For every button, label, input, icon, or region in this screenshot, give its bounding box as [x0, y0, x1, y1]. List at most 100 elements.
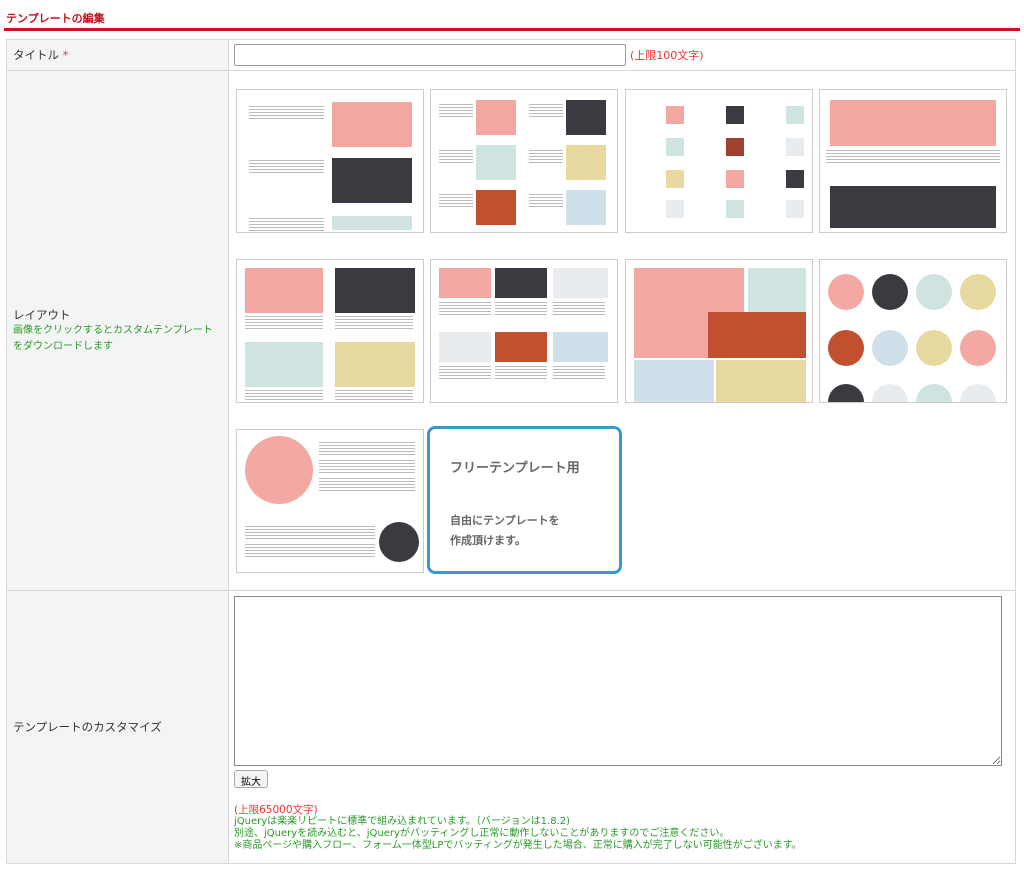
photo-block — [476, 145, 516, 180]
photo-block — [786, 170, 804, 188]
text-lines — [335, 316, 413, 330]
template-grid: フリーテンプレート用 自由にテンプレートを 作成頂けます。 — [229, 71, 1015, 589]
text-lines — [439, 104, 473, 118]
text-lines — [439, 366, 491, 380]
customize-label: テンプレートのカスタマイズ — [6, 590, 229, 864]
photo-block — [828, 274, 864, 310]
text-lines — [245, 316, 323, 330]
photo-block — [666, 106, 684, 124]
photo-block — [379, 522, 419, 562]
photo-block — [828, 384, 864, 402]
title-limit: (上限100文字) — [630, 49, 704, 62]
photo-block — [666, 170, 684, 188]
photo-block — [439, 332, 491, 362]
text-lines — [495, 302, 547, 316]
text-lines — [439, 302, 491, 316]
text-lines — [439, 194, 473, 208]
text-lines — [529, 194, 563, 208]
template-form: タイトル * (上限100文字) レイアウト画像をクリックするとカスタムテンプレ… — [6, 39, 1016, 864]
photo-block — [716, 360, 806, 402]
title-label-cell: タイトル * — [6, 39, 229, 71]
photo-block — [960, 330, 996, 366]
photo-block — [666, 138, 684, 156]
photo-block — [726, 170, 744, 188]
layout-row: レイアウト画像をクリックするとカスタムテンプレートをダウンロードします フリーテ… — [6, 70, 1016, 591]
template-3-thumbnail[interactable] — [625, 89, 813, 233]
customize-textarea[interactable] — [234, 596, 1002, 766]
template-2-thumbnail[interactable] — [430, 89, 618, 233]
customize-note-2: 別途、jQueryを読み込むと、jQueryがバッティングし正常に動作しないこと… — [234, 828, 730, 839]
photo-block — [332, 216, 412, 230]
photo-block — [726, 138, 744, 156]
customize-row: テンプレートのカスタマイズ 拡大 (上限65000文字) jQueryは楽楽リピ… — [6, 590, 1016, 864]
template-4-thumbnail[interactable] — [819, 89, 1007, 233]
text-lines — [335, 390, 413, 402]
photo-block — [553, 268, 608, 298]
photo-block — [332, 102, 412, 147]
photo-block — [335, 268, 415, 313]
text-lines — [529, 150, 563, 164]
layout-label: レイアウト — [13, 307, 71, 322]
photo-block — [786, 138, 804, 156]
photo-block — [566, 100, 606, 135]
template-8-thumbnail[interactable] — [819, 259, 1007, 403]
photo-block — [566, 145, 606, 180]
photo-block — [872, 384, 908, 402]
photo-block — [916, 330, 952, 366]
photo-block — [872, 274, 908, 310]
text-lines — [249, 106, 324, 120]
page-title: テンプレートの編集 — [6, 12, 105, 25]
photo-block — [830, 186, 996, 228]
photo-block — [245, 268, 323, 313]
photo-block — [332, 158, 412, 203]
photo-block — [666, 200, 684, 218]
photo-block — [553, 332, 608, 362]
expand-button[interactable]: 拡大 — [234, 770, 268, 788]
photo-block — [960, 384, 996, 402]
free-template-title: フリーテンプレート用 — [450, 461, 580, 476]
free-template-card[interactable]: フリーテンプレート用 自由にテンプレートを 作成頂けます。 — [427, 426, 622, 574]
photo-block — [916, 274, 952, 310]
customize-note-3: ※商品ページや購入フロー、フォーム一体型LPでバッティングが発生した場合、正常に… — [234, 840, 802, 851]
text-lines — [553, 366, 605, 380]
text-lines — [529, 104, 563, 118]
photo-block — [872, 330, 908, 366]
photo-block — [960, 274, 996, 310]
photo-block — [245, 342, 323, 387]
photo-block — [726, 106, 744, 124]
text-lines — [245, 390, 323, 402]
text-lines — [826, 150, 1000, 164]
text-lines — [249, 160, 324, 174]
photo-block — [495, 332, 547, 362]
title-label: タイトル — [13, 48, 59, 62]
template-6-thumbnail[interactable] — [430, 259, 618, 403]
layout-note: 画像をクリックするとカスタムテンプレートをダウンロードします — [13, 324, 213, 352]
photo-block — [495, 268, 547, 298]
title-divider — [4, 28, 1020, 31]
template-5-thumbnail[interactable] — [236, 259, 424, 403]
photo-block — [708, 312, 806, 358]
text-lines — [245, 526, 375, 540]
template-7-thumbnail[interactable] — [625, 259, 813, 403]
title-row: タイトル * (上限100文字) — [6, 39, 1016, 71]
template-9-thumbnail[interactable] — [236, 429, 424, 573]
photo-block — [476, 100, 516, 135]
photo-block — [245, 436, 313, 504]
text-lines — [245, 544, 375, 558]
customize-note-1: jQueryは楽楽リピートに標準で組み込まれています。（バージョンは1.8.2) — [234, 816, 571, 827]
photo-block — [828, 330, 864, 366]
photo-block — [916, 384, 952, 402]
text-lines — [319, 460, 415, 474]
title-input[interactable] — [234, 44, 626, 66]
customize-limit: (上限65000文字) — [234, 804, 318, 816]
text-lines — [249, 218, 324, 232]
required-mark: * — [62, 48, 69, 62]
photo-block — [786, 106, 804, 124]
template-1-thumbnail[interactable] — [236, 89, 424, 233]
free-template-desc: 自由にテンプレートを 作成頂けます。 — [450, 514, 560, 547]
photo-block — [476, 190, 516, 225]
photo-block — [566, 190, 606, 225]
photo-block — [786, 200, 804, 218]
photo-block — [634, 360, 714, 402]
photo-block — [439, 268, 491, 298]
